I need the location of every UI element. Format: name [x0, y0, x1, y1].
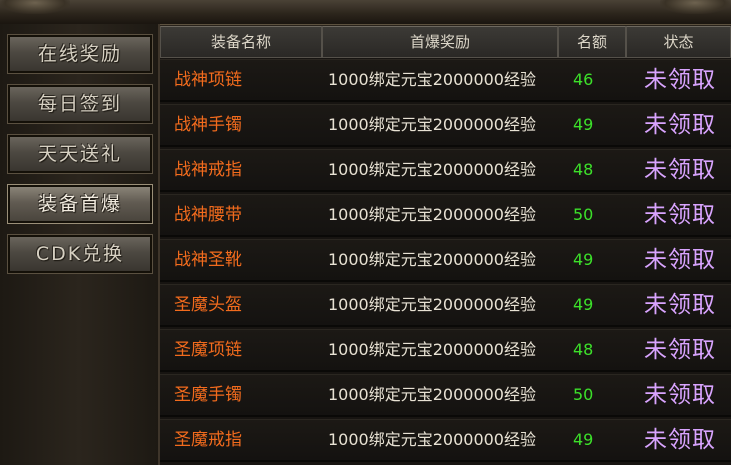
- table-row: 战神戒指 1000绑定元宝2000000经验 48 未领取: [160, 149, 731, 192]
- quota-count: 49: [573, 250, 594, 269]
- table-row: 圣魔戒指 1000绑定元宝2000000经验 49 未领取: [160, 419, 731, 462]
- quota-count: 49: [573, 115, 594, 134]
- top-border: [0, 0, 731, 25]
- sidebar-item-daily-gift[interactable]: 天天送礼: [7, 134, 153, 174]
- equip-name: 战神项链: [174, 70, 242, 90]
- table-row: 战神腰带 1000绑定元宝2000000经验 50 未领取: [160, 194, 731, 237]
- equip-name: 战神戒指: [174, 160, 242, 180]
- sidebar-item-label: 天天送礼: [37, 143, 122, 165]
- claim-status-button[interactable]: 未领取: [644, 105, 716, 148]
- quota-count: 48: [573, 340, 594, 359]
- sidebar: 在线奖励 每日签到 天天送礼 装备首爆 CDK兑换: [0, 24, 160, 465]
- table-row: 战神圣靴 1000绑定元宝2000000经验 49 未领取: [160, 239, 731, 282]
- reward-text: 1000绑定元宝2000000经验: [328, 340, 536, 359]
- equip-name: 战神腰带: [174, 205, 242, 225]
- table-row: 圣魔手镯 1000绑定元宝2000000经验 50 未领取: [160, 374, 731, 417]
- reward-text: 1000绑定元宝2000000经验: [328, 295, 536, 314]
- claim-status-button[interactable]: 未领取: [644, 375, 716, 418]
- header-equip-name: 装备名称: [160, 26, 322, 58]
- sidebar-item-label: 装备首爆: [37, 193, 122, 215]
- claim-status-button[interactable]: 未领取: [644, 330, 716, 373]
- reward-text: 1000绑定元宝2000000经验: [328, 385, 536, 404]
- equip-name: 圣魔手镯: [174, 385, 242, 405]
- sidebar-item-label: 在线奖励: [37, 43, 122, 65]
- sidebar-item-daily-signin[interactable]: 每日签到: [7, 84, 153, 124]
- claim-status-button[interactable]: 未领取: [644, 150, 716, 193]
- reward-text: 1000绑定元宝2000000经验: [328, 205, 536, 224]
- sidebar-item-online-reward[interactable]: 在线奖励: [7, 34, 153, 74]
- sidebar-item-cdk-exchange[interactable]: CDK兑换: [7, 234, 153, 274]
- quota-count: 48: [573, 160, 594, 179]
- header-quota: 名额: [558, 26, 626, 58]
- claim-status-button[interactable]: 未领取: [644, 285, 716, 328]
- reward-text: 1000绑定元宝2000000经验: [328, 70, 536, 89]
- reward-text: 1000绑定元宝2000000经验: [328, 430, 536, 449]
- header-status: 状态: [626, 26, 731, 58]
- sidebar-item-label: CDK兑换: [35, 243, 125, 265]
- quota-count: 46: [573, 70, 594, 89]
- claim-status-button[interactable]: 未领取: [644, 195, 716, 238]
- corner-ornament: [660, 0, 730, 14]
- equip-name: 战神手镯: [174, 115, 242, 135]
- sidebar-item-label: 每日签到: [37, 93, 122, 115]
- equip-name: 圣魔头盔: [174, 295, 242, 315]
- quota-count: 49: [573, 295, 594, 314]
- equip-name: 战神圣靴: [174, 250, 242, 270]
- equip-name: 圣魔戒指: [174, 430, 242, 450]
- reward-text: 1000绑定元宝2000000经验: [328, 250, 536, 269]
- corner-ornament: [0, 0, 70, 14]
- claim-status-button[interactable]: 未领取: [644, 420, 716, 463]
- equip-name: 圣魔项链: [174, 340, 242, 360]
- table-row: 圣魔头盔 1000绑定元宝2000000经验 49 未领取: [160, 284, 731, 327]
- claim-status-button[interactable]: 未领取: [644, 240, 716, 283]
- claim-status-button[interactable]: 未领取: [644, 60, 716, 103]
- reward-text: 1000绑定元宝2000000经验: [328, 115, 536, 134]
- reward-text: 1000绑定元宝2000000经验: [328, 160, 536, 179]
- header-reward: 首爆奖励: [322, 26, 558, 58]
- event-panel: 在线奖励 每日签到 天天送礼 装备首爆 CDK兑换 装备名称 首爆奖励 名额 状…: [0, 0, 731, 465]
- table-row: 圣魔项链 1000绑定元宝2000000经验 48 未领取: [160, 329, 731, 372]
- quota-count: 50: [573, 385, 594, 404]
- table-row: 战神项链 1000绑定元宝2000000经验 46 未领取: [160, 59, 731, 102]
- sidebar-item-equip-first-drop[interactable]: 装备首爆: [7, 184, 153, 224]
- quota-count: 49: [573, 430, 594, 449]
- first-drop-table: 装备名称 首爆奖励 名额 状态 战神项链 1000绑定元宝2000000经验 4…: [160, 26, 731, 465]
- quota-count: 50: [573, 205, 594, 224]
- table-row: 战神手镯 1000绑定元宝2000000经验 49 未领取: [160, 104, 731, 147]
